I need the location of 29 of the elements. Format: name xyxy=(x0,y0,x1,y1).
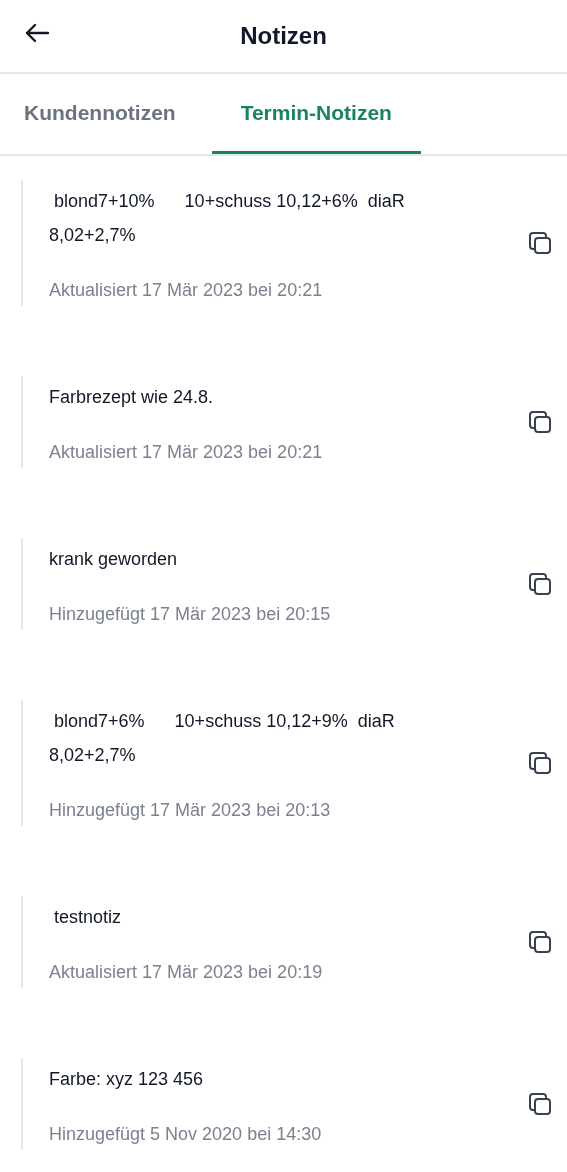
note-timestamp: Hinzugefügt 17 Mär 2023 bei 20:15 xyxy=(49,603,332,626)
copy-icon xyxy=(527,230,553,256)
copy-icon xyxy=(527,571,553,597)
note-timestamp: Aktualisiert 17 Mär 2023 bei 20:21 xyxy=(49,441,324,464)
note-text: Farbe: xyz 123 456 xyxy=(49,1068,205,1091)
note-timestamp: Hinzugefügt 17 Mär 2023 bei 20:13 xyxy=(49,799,332,822)
copy-icon xyxy=(527,1091,553,1117)
note-timestamp: Hinzugefügt 5 Nov 2020 bei 14:30 xyxy=(49,1123,323,1146)
back-arrow-icon xyxy=(24,22,50,44)
back-button[interactable] xyxy=(24,22,50,44)
page-title: Notizen xyxy=(240,22,327,50)
note-text: blond7+10% 10+schuss 10,12+6% diaR 8,02+2,7% xyxy=(49,190,406,247)
note-text: Farbrezept wie 24.8. xyxy=(49,386,215,409)
copy-button[interactable] xyxy=(527,409,553,435)
copy-icon xyxy=(527,929,553,955)
copy-button[interactable] xyxy=(527,1091,553,1117)
copy-button[interactable] xyxy=(527,571,553,597)
tab[interactable]: Kundennotizen xyxy=(0,74,200,154)
note-text: blond7+6% 10+schuss 10,12+9% diaR 8,02+2,7% xyxy=(49,710,396,767)
copy-button[interactable] xyxy=(527,750,553,776)
copy-icon xyxy=(527,750,553,776)
copy-button[interactable] xyxy=(527,929,553,955)
note-text: krank geworden xyxy=(49,548,179,571)
copy-button[interactable] xyxy=(527,230,553,256)
note-text: testnotiz xyxy=(53,906,123,929)
copy-icon xyxy=(527,409,553,435)
note-timestamp: Aktualisiert 17 Mär 2023 bei 20:19 xyxy=(49,961,324,984)
tab[interactable]: Termin-Notizen xyxy=(211,74,421,154)
note-timestamp: Aktualisiert 17 Mär 2023 bei 20:21 xyxy=(49,279,324,302)
